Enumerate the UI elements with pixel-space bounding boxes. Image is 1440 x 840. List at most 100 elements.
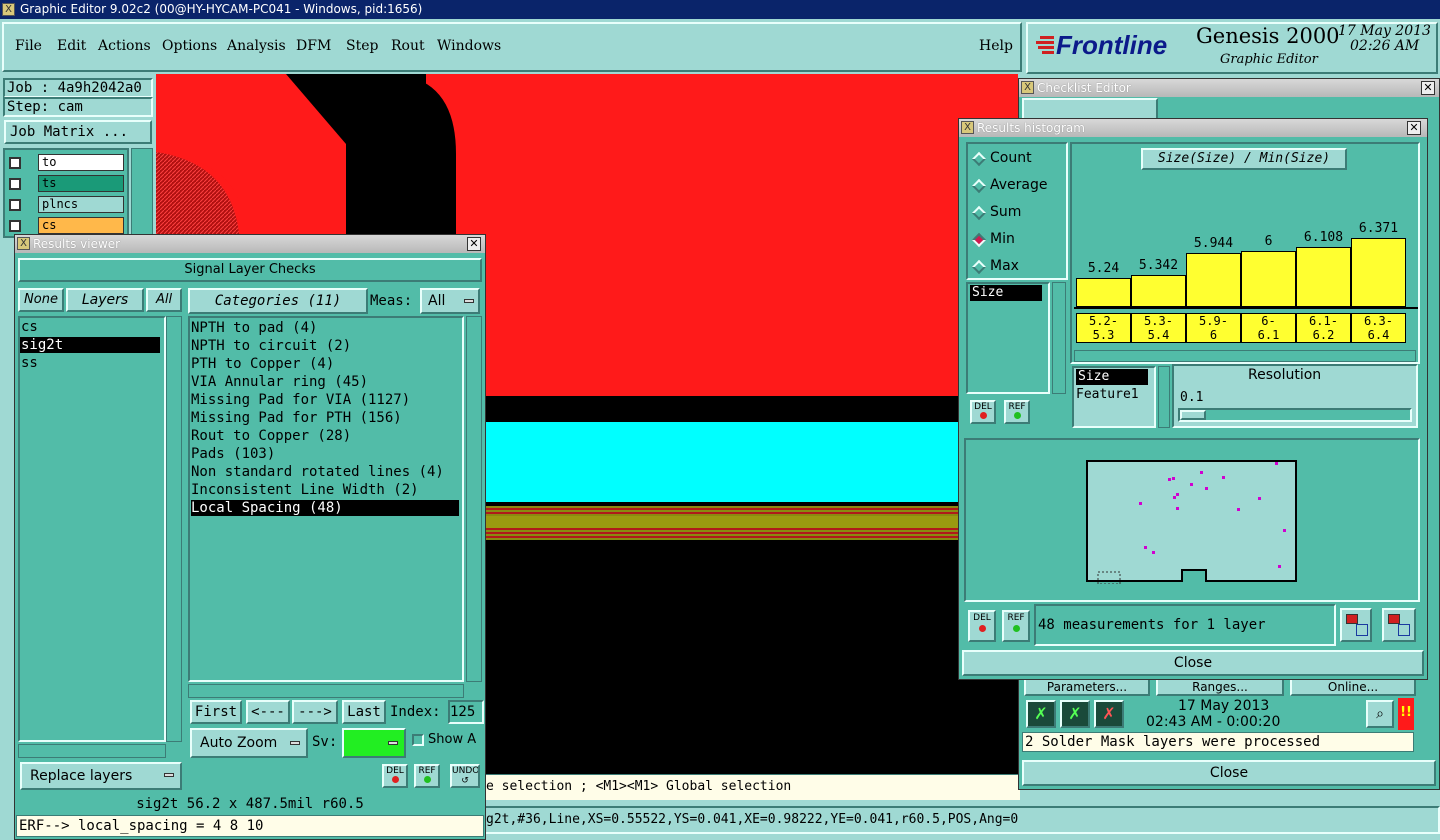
menu-item-rout[interactable]: Rout xyxy=(391,38,425,54)
error-marker[interactable] xyxy=(1144,546,1147,549)
category-item[interactable]: Inconsistent Line Width (2) xyxy=(191,482,459,498)
histogram-bar[interactable] xyxy=(1351,238,1406,307)
checklist-close-button[interactable]: Close xyxy=(1022,760,1436,786)
categories-button[interactable]: Categories (11) xyxy=(188,288,368,314)
ref-button[interactable]: REF xyxy=(414,764,440,788)
layers-vscroll[interactable] xyxy=(166,316,182,742)
error-marker[interactable] xyxy=(1258,497,1261,500)
help-menu[interactable]: Help xyxy=(979,38,1013,54)
menu-item-windows[interactable]: Windows xyxy=(437,38,501,54)
export-icon[interactable] xyxy=(1340,608,1372,642)
close-icon[interactable]: ✕ xyxy=(467,237,481,251)
histogram-close-button[interactable]: Close xyxy=(962,650,1424,676)
close-icon[interactable]: ✕ xyxy=(1421,81,1435,95)
category-item[interactable]: NPTH to circuit (2) xyxy=(191,338,459,354)
histogram-bar[interactable] xyxy=(1131,275,1186,307)
field-vscroll[interactable] xyxy=(1052,282,1066,394)
category-item[interactable]: Missing Pad for PTH (156) xyxy=(191,410,459,426)
error-marker[interactable] xyxy=(1139,502,1142,505)
sv-color-dropdown[interactable] xyxy=(342,728,406,758)
layers-button[interactable]: Layers xyxy=(66,288,144,312)
none-button[interactable]: None xyxy=(18,288,64,312)
replace-layers-dropdown[interactable]: Replace layers xyxy=(20,762,182,790)
rv-layer-item[interactable]: ss xyxy=(20,355,160,371)
category-item[interactable]: PTH to Copper (4) xyxy=(191,356,459,372)
layer-checkbox[interactable] xyxy=(9,157,21,169)
resolution-slider-thumb[interactable] xyxy=(1180,410,1206,420)
error-marker[interactable] xyxy=(1283,529,1286,532)
meas-dropdown[interactable]: All xyxy=(420,288,480,314)
last-button[interactable]: Last xyxy=(342,700,386,724)
measure-item-size[interactable]: Size xyxy=(1076,369,1148,385)
resolution-slider[interactable] xyxy=(1178,408,1412,422)
histogram-bar[interactable] xyxy=(1186,253,1241,307)
show-checkbox[interactable] xyxy=(412,734,424,746)
chart-hscroll[interactable] xyxy=(1074,350,1416,362)
histogram-titlebar[interactable]: X Results histogram xyxy=(959,119,1427,137)
first-button[interactable]: First xyxy=(190,700,242,724)
run-icon-2[interactable]: ✗ xyxy=(1060,700,1090,728)
category-item[interactable]: Local Spacing (48) xyxy=(191,500,459,516)
layer-row-cs[interactable]: cs xyxy=(38,217,124,234)
mode-label-average[interactable]: Average xyxy=(990,177,1048,193)
hist-ref-button[interactable]: REF xyxy=(1004,400,1030,424)
category-item[interactable]: Pads (103) xyxy=(191,446,459,462)
mode-label-count[interactable]: Count xyxy=(990,150,1032,166)
category-item[interactable]: VIA Annular ring (45) xyxy=(191,374,459,390)
del-button[interactable]: DEL xyxy=(382,764,408,788)
field-item-size[interactable]: Size xyxy=(970,285,1042,301)
measure-item-feature1[interactable]: Feature1 xyxy=(1076,387,1139,402)
error-marker[interactable] xyxy=(1205,487,1208,490)
category-item[interactable]: Missing Pad for VIA (1127) xyxy=(191,392,459,408)
layer-checkbox[interactable] xyxy=(9,178,21,190)
histogram-bar[interactable] xyxy=(1296,247,1351,307)
map-del-button[interactable]: DEL xyxy=(968,610,996,642)
categories-hscroll[interactable] xyxy=(188,684,464,698)
categories-vscroll[interactable] xyxy=(466,316,482,682)
results-viewer-titlebar[interactable]: X Results viewer xyxy=(15,235,485,253)
next-button[interactable]: ---> xyxy=(292,700,338,724)
import-icon[interactable] xyxy=(1382,608,1416,642)
online-button[interactable]: Online... xyxy=(1290,678,1416,696)
menu-item-edit[interactable]: Edit xyxy=(57,38,86,54)
job-matrix-button[interactable]: Job Matrix ... xyxy=(4,120,152,144)
layer-checkbox[interactable] xyxy=(9,220,21,232)
menu-item-step[interactable]: Step xyxy=(346,38,378,54)
hist-del-button[interactable]: DEL xyxy=(970,400,996,424)
layer-row-plncs[interactable]: plncs xyxy=(38,196,124,213)
error-marker[interactable] xyxy=(1172,477,1175,480)
mode-label-sum[interactable]: Sum xyxy=(990,204,1021,220)
layer-checkbox[interactable] xyxy=(9,199,21,211)
layers-listbox[interactable] xyxy=(18,316,166,742)
histogram-bar[interactable] xyxy=(1241,251,1296,307)
menu-item-actions[interactable]: Actions xyxy=(98,38,151,54)
ranges-button[interactable]: Ranges... xyxy=(1156,678,1284,696)
category-item[interactable]: Rout to Copper (28) xyxy=(191,428,459,444)
menu-item-options[interactable]: Options xyxy=(162,38,217,54)
layer-row-ts[interactable]: ts xyxy=(38,175,124,192)
index-input[interactable]: 125 xyxy=(448,700,484,724)
rv-layer-item[interactable]: cs xyxy=(20,319,160,335)
category-item[interactable]: NPTH to pad (4) xyxy=(191,320,459,336)
error-marker[interactable] xyxy=(1200,471,1203,474)
map-ref-button[interactable]: REF xyxy=(1002,610,1030,642)
menu-item-file[interactable]: File xyxy=(15,38,42,54)
layer-row-to[interactable]: to xyxy=(38,154,124,171)
menu-item-analysis[interactable]: Analysis xyxy=(227,38,286,54)
auto-zoom-dropdown[interactable]: Auto Zoom xyxy=(190,728,308,758)
checklist-editor-titlebar[interactable]: X Checklist Editor xyxy=(1019,79,1439,97)
run-icon-3[interactable]: ✗ xyxy=(1094,700,1124,728)
parameters-button[interactable]: Parameters... xyxy=(1024,678,1150,696)
undo-button[interactable]: UNDO ↺ xyxy=(450,764,480,788)
zoom-icon[interactable]: ⌕ xyxy=(1366,700,1394,728)
layers-hscroll[interactable] xyxy=(18,744,166,758)
error-marker[interactable] xyxy=(1275,462,1278,465)
error-marker[interactable] xyxy=(1222,476,1225,479)
measure-vscroll[interactable] xyxy=(1158,366,1170,428)
all-button[interactable]: All xyxy=(146,288,182,312)
close-icon[interactable]: ✕ xyxy=(1407,121,1421,135)
run-icon-1[interactable]: ✗ xyxy=(1026,700,1056,728)
error-marker[interactable] xyxy=(1168,478,1171,481)
histogram-bar[interactable] xyxy=(1076,278,1131,307)
error-marker[interactable] xyxy=(1190,483,1193,486)
